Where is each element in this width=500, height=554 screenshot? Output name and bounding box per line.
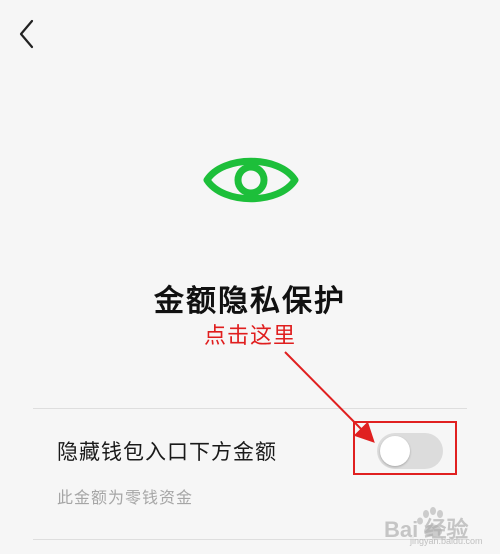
setting-label: 隐藏钱包入口下方金额: [57, 440, 277, 464]
annotation-label: 点击这里: [203, 324, 296, 349]
back-button[interactable]: [12, 16, 44, 52]
chevron-left-icon: [19, 19, 34, 49]
setting-hint: 此金额为零钱资金: [57, 488, 194, 507]
page-title: 金额隐私保护: [154, 284, 346, 319]
watermark-url: jingyan.baidu.com: [410, 536, 483, 546]
annotation-highlight-box: [353, 421, 457, 475]
divider-top: [33, 408, 467, 409]
eye-icon: [203, 157, 299, 203]
